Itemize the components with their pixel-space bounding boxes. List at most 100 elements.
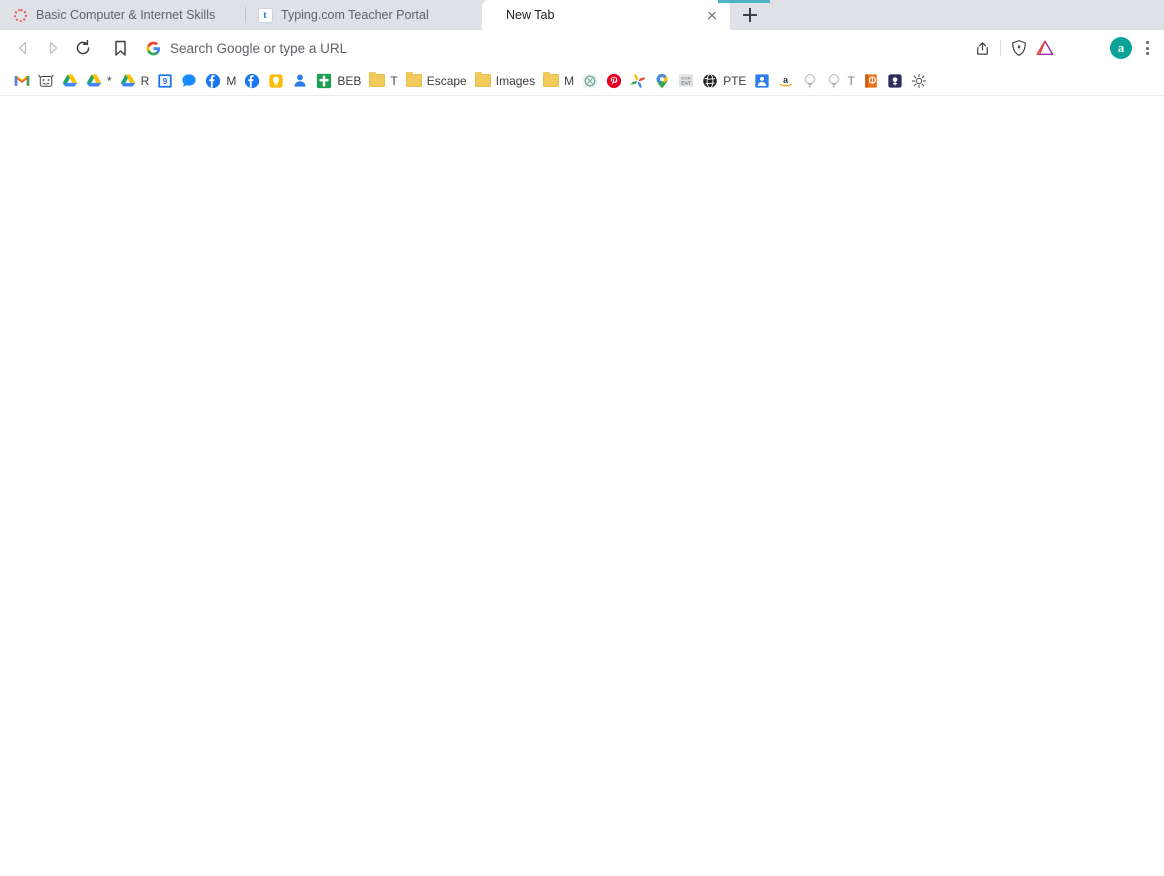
bookmark-contacts[interactable] [288,69,312,93]
bookmark-label: T [390,73,398,88]
bookmark-google-photos[interactable] [626,69,650,93]
globe-icon [702,73,718,89]
bookmark-cow[interactable] [34,69,58,93]
folder-icon [369,71,386,89]
bookmark-google-maps[interactable] [650,69,674,93]
folder-icon [474,71,491,89]
browser-menu-button[interactable] [1138,37,1156,59]
amazon-icon: a [778,73,794,89]
bookmark-label: R [140,73,150,88]
tab-title: Typing.com Teacher Portal [281,8,429,22]
bookmarks-bar: * R 9 M BEB T Escape Images M GOOD EAT P… [0,66,1164,96]
facebook-icon [244,73,260,89]
toolbar-actions [969,35,1060,61]
bookmark-dark-badge[interactable] [883,69,907,93]
bookmark-gear[interactable] [907,69,931,93]
share-icon[interactable] [969,35,995,61]
forward-button[interactable] [38,33,68,63]
bookmark-pinterest[interactable] [602,69,626,93]
svg-text:a: a [784,75,789,85]
bookmark-label: * [107,73,112,88]
omnibox-placeholder-text: Search Google or type a URL [170,40,348,56]
bookmark-folder-t[interactable]: T [365,69,401,93]
svg-text:9: 9 [163,77,168,86]
pdf-person-icon [754,73,770,89]
tab-basic-computer-internet-skills[interactable]: Basic Computer & Internet Skills [0,0,245,30]
bookmark-label: BEB [337,73,362,88]
page-content [0,96,1164,876]
google-drive-icon [120,73,136,89]
new-tab-button[interactable] [736,1,764,29]
avatar[interactable]: a [1110,37,1132,59]
bookmark-label: M [564,73,575,88]
bookmark-facebook[interactable] [240,69,264,93]
messages-bubble-icon [181,73,197,89]
bookmark-tree-t[interactable]: T [822,69,858,93]
green-cross-icon [316,73,332,89]
chatgpt-icon [582,73,598,89]
bookmark-folder-images[interactable]: Images [471,69,539,93]
bookmark-beb[interactable]: BEB [312,69,365,93]
folder-icon [543,71,560,89]
bookmark-pte[interactable]: PTE [698,69,750,93]
accent-line [718,0,770,3]
dark-badge-icon [887,73,903,89]
omnibox[interactable]: Search Google or type a URL [104,34,1060,62]
bookmark-facebook-m[interactable]: M [201,69,240,93]
bookmark-amazon[interactable]: a [774,69,798,93]
tab-title: New Tab [506,8,555,22]
bookmark-google-drive-2[interactable]: * [82,69,116,93]
dashed-ring-icon [12,7,28,23]
google-drive-icon [86,73,102,89]
brave-shields-icon[interactable] [1006,35,1032,61]
person-icon [292,73,308,89]
bookmark-folder-m[interactable]: M [539,69,578,93]
keep-bulb-icon [268,73,284,89]
google-maps-pin-icon [654,73,670,89]
cow-icon [38,73,54,89]
brave-rewards-icon[interactable] [1032,35,1058,61]
folder-icon [405,71,422,89]
bookmark-label: PTE [723,73,747,88]
orange-book-icon [863,73,879,89]
reload-button[interactable] [68,33,98,63]
bookmark-messages[interactable] [177,69,201,93]
tab-typing-com-teacher-portal[interactable]: t Typing.com Teacher Portal [245,0,482,30]
bookmark-pdf[interactable] [750,69,774,93]
bookmark-label: Escape [426,73,467,88]
bookmark-eat[interactable]: GOOD EAT [674,69,698,93]
close-icon[interactable] [704,7,720,23]
bookmark-orange-book[interactable] [859,69,883,93]
search-input[interactable]: Search Google or type a URL [134,34,969,62]
bookmark-label: T [847,73,855,88]
bookmark-label: Images [495,73,536,88]
google-calendar-icon: 9 [157,73,173,89]
bookmark-google-keep[interactable] [264,69,288,93]
tab-strip: Basic Computer & Internet Skills t Typin… [0,0,1164,30]
google-g-icon [146,41,161,56]
browser-toolbar: Search Google or type a URL a [0,30,1164,66]
google-photos-icon [630,73,646,89]
bookmark-icon[interactable] [106,34,134,62]
bookmark-google-drive-1[interactable] [58,69,82,93]
bookmark-google-drive-r[interactable]: R [116,69,154,93]
bookmark-folder-escape[interactable]: Escape [402,69,471,93]
typing-t-icon: t [257,7,273,23]
bookmark-gmail[interactable] [10,69,34,93]
bookmark-label: M [226,73,237,88]
eat-icon: GOOD EAT [678,73,694,89]
back-button[interactable] [8,33,38,63]
toolbar-divider [1000,40,1001,56]
gear-icon [911,73,927,89]
svg-text:EAT: EAT [681,80,691,86]
bookmark-chatgpt[interactable] [578,69,602,93]
gmail-icon [14,73,30,89]
tree-icon [826,73,842,89]
google-drive-icon [62,73,78,89]
svg-text:GOOD: GOOD [681,76,691,80]
facebook-icon [205,73,221,89]
tree-icon [802,73,818,89]
tab-new-tab[interactable]: New Tab [482,0,730,30]
bookmark-tree-1[interactable] [798,69,822,93]
bookmark-google-calendar[interactable]: 9 [153,69,177,93]
